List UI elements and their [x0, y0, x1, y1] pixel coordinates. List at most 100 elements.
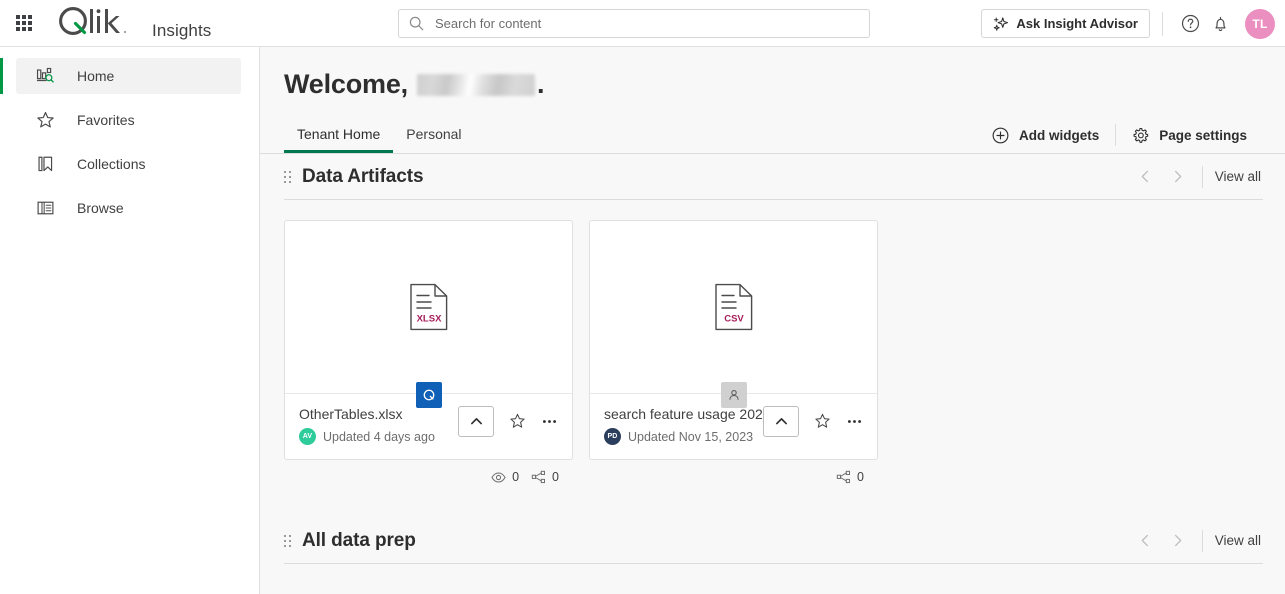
section-nav-divider — [1201, 529, 1203, 552]
gear-icon — [1133, 127, 1149, 143]
tab-bar-actions: Add widgets Page settings — [976, 117, 1263, 153]
favorite-button[interactable] — [807, 407, 837, 437]
view-all-link[interactable]: View all — [1215, 169, 1263, 184]
search-box[interactable] — [398, 9, 870, 38]
more-options-button[interactable] — [839, 407, 869, 437]
sidebar-item-favorites[interactable]: Favorites — [16, 102, 241, 138]
ask-insight-advisor-button[interactable]: Ask Insight Advisor — [981, 9, 1150, 38]
card-stats: 0 0 — [284, 460, 573, 490]
tab-tenant-home[interactable]: Tenant Home — [284, 117, 394, 153]
chevron-up-icon — [470, 418, 482, 425]
drag-handle-icon[interactable] — [284, 170, 291, 183]
qlik-logo-icon — [59, 6, 126, 35]
owner-avatar: PD — [604, 428, 621, 445]
insights-chart-icon — [34, 66, 56, 86]
carousel-next-button[interactable] — [1162, 161, 1194, 193]
owner-avatar: AV — [299, 428, 316, 445]
section-title: All data prep — [302, 529, 416, 551]
sidebar-item-label: Home — [77, 68, 115, 84]
sidebar-item-label: Favorites — [77, 112, 135, 128]
ask-insight-advisor-label: Ask Insight Advisor — [1016, 16, 1138, 31]
qlik-logo[interactable]: Insights — [56, 6, 211, 41]
bookmark-icon — [34, 154, 56, 174]
apps-grid-icon — [16, 15, 32, 31]
card-carousel: XLSX OtherTables.xlsx AV Updated 4 days … — [284, 200, 1263, 490]
ellipsis-icon — [542, 420, 556, 423]
sidebar-item-label: Browse — [77, 200, 124, 216]
chevron-up-icon — [775, 418, 787, 425]
help-button[interactable] — [1175, 9, 1205, 39]
sidebar-item-home[interactable]: Home — [0, 58, 241, 94]
file-type-label: XLSX — [416, 314, 441, 325]
star-icon — [34, 110, 56, 130]
ellipsis-icon — [847, 420, 861, 423]
more-options-button[interactable] — [534, 407, 564, 437]
data-artifact-card[interactable]: CSV search feature usage 2023.csv PD Upd… — [589, 220, 878, 460]
section-nav-divider — [1201, 165, 1203, 188]
chevron-left-icon — [1141, 170, 1149, 183]
browse-list-icon — [34, 198, 56, 218]
open-card-button[interactable] — [763, 406, 799, 437]
tab-bar: Tenant Home Personal Add widgets Page se… — [260, 118, 1285, 154]
shares-count: 0 — [552, 470, 559, 484]
card-thumbnail: CSV — [590, 221, 877, 408]
sidebar-item-browse[interactable]: Browse — [16, 190, 241, 226]
card-updated-text: Updated Nov 15, 2023 — [628, 429, 754, 444]
sidebar-item-collections[interactable]: Collections — [16, 146, 241, 182]
qlik-space-badge-icon — [415, 382, 442, 408]
sparkle-icon — [994, 16, 1009, 31]
search-container — [398, 9, 870, 38]
favorite-button[interactable] — [502, 407, 532, 437]
views-count: 0 — [512, 470, 520, 484]
eye-icon — [491, 471, 506, 483]
add-widgets-button[interactable]: Add widgets — [976, 127, 1115, 144]
header-divider — [1162, 11, 1163, 36]
carousel-prev-button[interactable] — [1130, 525, 1162, 557]
file-type-label: CSV — [724, 314, 744, 325]
section-header: Data Artifacts View all — [284, 154, 1263, 200]
section-nav: View all — [1130, 525, 1263, 557]
card-updated-text: Updated 4 days ago — [323, 429, 435, 444]
drag-handle-icon[interactable] — [284, 534, 291, 547]
help-circle-icon — [1181, 14, 1199, 33]
section-title-wrap: Data Artifacts — [284, 166, 424, 188]
chevron-right-icon — [1175, 534, 1182, 547]
data-artifact-card[interactable]: XLSX OtherTables.xlsx AV Updated 4 days … — [284, 220, 573, 460]
open-card-button[interactable] — [458, 406, 494, 437]
shares-count: 0 — [857, 470, 864, 484]
view-all-link[interactable]: View all — [1215, 533, 1263, 548]
sidebar: Home Favorites Collections Browse — [0, 47, 260, 594]
card-actions — [458, 406, 564, 437]
card-actions — [763, 406, 869, 437]
xlsx-file-icon: XLSX — [409, 283, 447, 331]
carousel-next-button[interactable] — [1162, 525, 1194, 557]
sidebar-item-label: Collections — [77, 156, 146, 172]
page-title: Welcome, . — [260, 47, 1285, 100]
carousel-prev-button[interactable] — [1130, 161, 1162, 193]
star-icon — [814, 413, 830, 428]
shares-stat: 0 — [836, 470, 864, 485]
card-column: CSV search feature usage 2023.csv PD Upd… — [589, 220, 878, 490]
top-navigation-bar: Insights Ask Insight Advisor — [0, 0, 1285, 47]
share-nodes-icon — [531, 470, 546, 483]
page-settings-button[interactable]: Page settings — [1116, 127, 1263, 144]
shares-stat: 0 — [531, 470, 559, 485]
apps-launcher-button[interactable] — [0, 0, 48, 47]
search-input[interactable] — [433, 15, 859, 32]
main-content: Welcome, . Tenant Home Personal Add widg… — [260, 47, 1285, 594]
welcome-prefix: Welcome, — [284, 69, 408, 99]
tab-personal[interactable]: Personal — [393, 117, 474, 153]
card-column: XLSX OtherTables.xlsx AV Updated 4 days … — [284, 220, 573, 490]
search-icon — [409, 16, 424, 31]
person-badge-icon — [720, 382, 747, 408]
welcome-suffix: . — [536, 69, 545, 99]
card-thumbnail: XLSX — [285, 221, 572, 408]
bell-icon — [1214, 16, 1226, 32]
user-avatar[interactable]: TL — [1245, 8, 1275, 39]
notifications-button[interactable] — [1205, 9, 1235, 39]
csv-file-icon: CSV — [714, 283, 752, 331]
card-stats: 0 — [589, 460, 878, 490]
views-stat: 0 — [491, 470, 519, 485]
redacted-user-name — [416, 73, 535, 96]
section-header: All data prep View all — [284, 518, 1263, 564]
